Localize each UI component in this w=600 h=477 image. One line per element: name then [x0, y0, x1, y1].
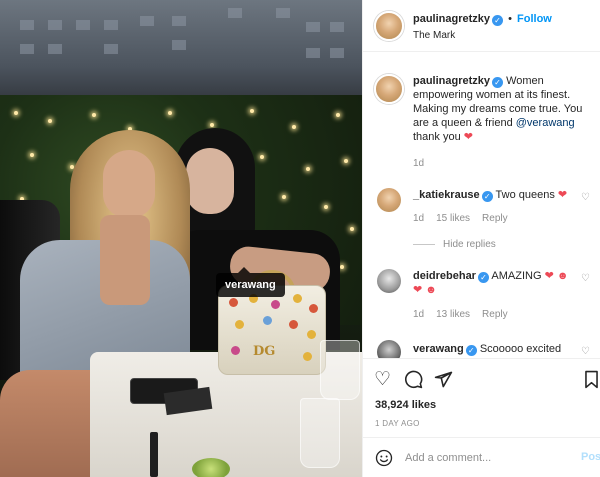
comment-likes[interactable]: 15 likes [436, 213, 470, 224]
caption: paulinagretzky ✓ Women empowering women a… [413, 74, 583, 144]
verified-icon: ✓ [481, 191, 493, 202]
comments-list[interactable]: paulinagretzky ✓ Women empowering women a… [363, 52, 600, 358]
author-username[interactable]: paulinagretzky [413, 13, 490, 25]
comment-text: AMAZING [491, 270, 542, 282]
straw [150, 432, 158, 477]
author-avatar[interactable] [374, 11, 404, 41]
verified-icon: ✓ [477, 272, 489, 283]
post-time[interactable]: 1 DAY AGO [375, 419, 420, 428]
comment: deidrebehar ✓ AMAZING ❤ ☻ ❤ ☻ [413, 269, 573, 297]
post-header: paulinagretzky ✓ • Follow The Mark [363, 0, 600, 52]
right-person-face [186, 148, 234, 214]
comment-username[interactable]: verawang [413, 343, 464, 355]
comment-meta: 1d 13 likes Reply [413, 309, 520, 320]
like-comment-icon[interactable]: ♡ [581, 192, 590, 203]
glass [320, 340, 360, 400]
verified-icon: ✓ [492, 77, 504, 88]
comment-time: 1d [413, 309, 425, 320]
comment-time: 1d [413, 213, 425, 224]
comment-composer: Post [363, 437, 600, 477]
caption-author-avatar[interactable] [374, 74, 404, 104]
caption-mention[interactable]: @verawang [516, 117, 575, 129]
caption-username[interactable]: paulinagretzky [413, 75, 490, 87]
hide-replies-button[interactable]: Hide replies [413, 239, 496, 250]
comment: verawang✓ Scooooo excited for [413, 342, 573, 358]
comment-username[interactable]: _katiekrause [413, 189, 480, 201]
likes-count[interactable]: 38,924 likes [375, 399, 436, 411]
separator-dot: • [508, 13, 512, 25]
post-comment-button[interactable]: Post [581, 451, 600, 463]
background-building [0, 0, 362, 110]
comment-bubble-icon[interactable] [404, 370, 423, 393]
commenter-avatar[interactable] [377, 340, 401, 358]
commenter-avatar[interactable] [377, 188, 401, 212]
left-person-face [103, 150, 155, 218]
share-paper-plane-icon[interactable] [434, 370, 453, 393]
emoji-picker-icon[interactable] [375, 449, 393, 471]
verified-icon: ✓ [465, 345, 477, 356]
like-comment-icon[interactable]: ♡ [581, 346, 590, 357]
save-bookmark-icon[interactable] [583, 370, 600, 393]
handbag [218, 285, 326, 375]
like-comment-icon[interactable]: ♡ [581, 273, 590, 284]
verified-icon: ✓ [492, 15, 504, 26]
heart-emoji: ❤ [463, 131, 473, 143]
photo-user-tag[interactable]: verawang [216, 267, 285, 297]
instagram-post-modal: DG verawang paulinagretzky ✓ • Follow The… [0, 0, 600, 477]
comment-likes[interactable]: 13 likes [436, 309, 470, 320]
comment-meta: 1d 15 likes Reply [413, 213, 520, 224]
location-link[interactable]: The Mark [413, 30, 455, 41]
caption-time: 1d [413, 158, 425, 169]
follow-button[interactable]: Follow [517, 13, 552, 25]
lime [192, 458, 230, 477]
post-side-panel: paulinagretzky ✓ • Follow The Mark paulin… [362, 0, 600, 477]
left-person-neck [100, 215, 150, 305]
commenter-avatar[interactable] [377, 269, 401, 293]
reply-button[interactable]: Reply [482, 309, 508, 320]
author-line: paulinagretzky ✓ • Follow [413, 13, 552, 26]
comment: _katiekrause ✓ Two queens ❤ [413, 188, 573, 202]
like-heart-icon[interactable]: ♡ [374, 370, 391, 389]
reply-button[interactable]: Reply [482, 213, 508, 224]
glass [300, 398, 340, 468]
post-actions: ♡ 38,924 likes 1 DAY AGO [363, 358, 600, 437]
handbag-logo: DG [253, 344, 276, 359]
comment-text: Two queens [495, 189, 555, 201]
add-comment-input[interactable] [405, 449, 565, 467]
caption-text-after: thank you [413, 131, 461, 143]
comment-username[interactable]: deidrebehar [413, 270, 476, 282]
post-photo[interactable]: DG verawang [0, 0, 362, 477]
heart-emoji: ❤ [557, 189, 568, 201]
